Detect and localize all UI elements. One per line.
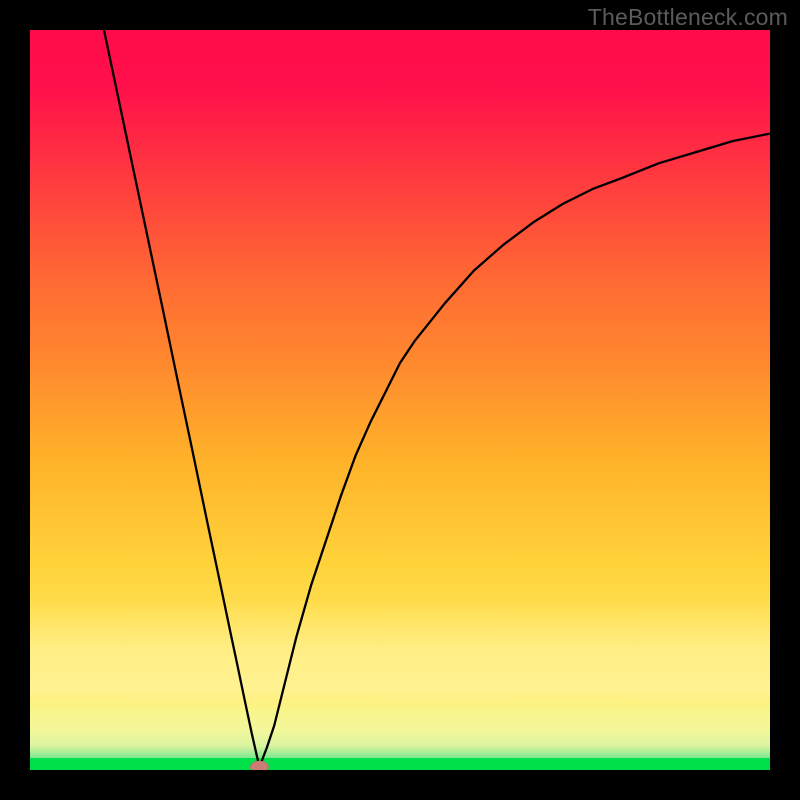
plot-area [30, 30, 770, 770]
watermark-text: TheBottleneck.com [588, 4, 788, 31]
minimum-marker [250, 761, 268, 770]
curve-svg [30, 30, 770, 770]
chart-container: TheBottleneck.com [0, 0, 800, 800]
bottleneck-curve [104, 30, 770, 767]
